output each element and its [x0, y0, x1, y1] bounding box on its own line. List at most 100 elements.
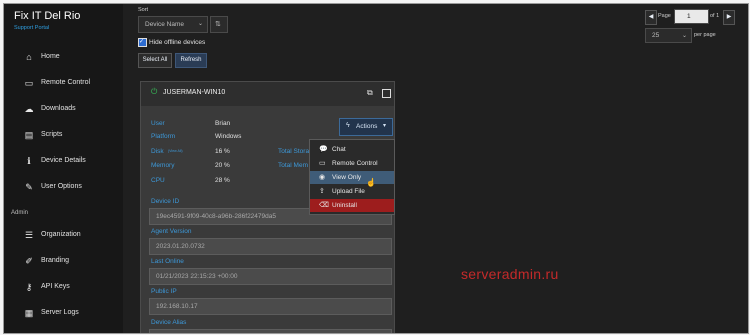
device-alias-field[interactable]: [149, 329, 392, 333]
trash-icon: ⌫: [319, 202, 329, 209]
chevron-down-icon: ⌄: [681, 33, 687, 39]
chevron-down-icon: ⌄: [197, 21, 203, 27]
actions-menu: 💬 Chat ▭ Remote Control ◉ View Only ☝ ⇪ …: [309, 139, 395, 215]
page-of-label: of 1: [710, 13, 720, 19]
memory-label: Memory: [151, 162, 175, 169]
sidebar: Fix IT Del Rio Support Portal ⌂ Home ▭ R…: [4, 4, 123, 333]
hide-offline-label: Hide offline devices: [149, 39, 206, 46]
public-ip-field[interactable]: 192.168.10.17: [149, 298, 392, 315]
platform-value: Windows: [215, 133, 242, 140]
brand-subtitle: Support Portal: [14, 25, 50, 31]
sort-select-value: Device Name: [145, 21, 185, 28]
user-label: User: [151, 120, 165, 127]
select-all-button[interactable]: Select All: [138, 53, 172, 68]
page-input[interactable]: 1: [674, 9, 709, 24]
per-page-label: per page: [694, 32, 716, 38]
refresh-button[interactable]: Refresh: [175, 53, 207, 68]
memory-value: 20 %: [215, 162, 230, 169]
sidebar-item-scripts[interactable]: ▤ Scripts: [4, 126, 123, 144]
sidebar-item-label: Device Details: [41, 157, 86, 164]
sidebar-item-label: API Keys: [41, 283, 70, 290]
chevron-left-icon: ◀: [648, 14, 654, 20]
prev-page-button[interactable]: ◀: [645, 10, 657, 25]
sidebar-item-downloads[interactable]: ☁ Downloads: [4, 100, 123, 118]
hide-offline-checkbox[interactable]: ✓: [138, 38, 147, 47]
sidebar-item-label: Remote Control: [41, 79, 91, 86]
menu-item-label: View Only: [332, 174, 362, 181]
sidebar-item-server-logs[interactable]: ▦ Server Logs: [4, 304, 123, 322]
per-page-select[interactable]: 25 ⌄: [645, 28, 692, 43]
sidebar-item-home[interactable]: ⌂ Home: [4, 48, 123, 66]
brand-title[interactable]: Fix IT Del Rio: [14, 10, 80, 22]
brush-icon: ✐: [25, 256, 33, 266]
disk-value: 16 %: [215, 148, 230, 155]
menu-item-chat[interactable]: 💬 Chat: [310, 143, 394, 156]
last-online-label: Last Online: [151, 258, 184, 265]
actions-button[interactable]: ϟ Actions ▾: [339, 118, 393, 136]
device-select-checkbox[interactable]: [382, 89, 391, 98]
sidebar-item-remote-control[interactable]: ▭ Remote Control: [4, 74, 123, 92]
chevron-right-icon: ▶: [726, 14, 732, 20]
sidebar-item-user-options[interactable]: ✎ User Options: [4, 178, 123, 196]
public-ip-value: 192.168.10.17: [156, 303, 198, 310]
external-link-icon[interactable]: ⧉: [367, 88, 373, 98]
power-icon: ⏻: [151, 87, 158, 96]
chat-icon: 💬: [319, 146, 328, 153]
file-icon: ▦: [24, 308, 34, 318]
watermark: serveradmin.ru: [461, 266, 559, 282]
sort-direction-button[interactable]: ⇅: [210, 16, 228, 33]
sidebar-item-branding[interactable]: ✐ Branding: [4, 252, 123, 270]
menu-item-label: Upload File: [332, 188, 365, 195]
menu-item-label: Chat: [332, 146, 346, 153]
last-online-field[interactable]: 01/21/2023 22:15:23 +00:00: [149, 268, 392, 285]
agent-version-label: Agent Version: [151, 228, 192, 235]
total-memory-label: Total Mem: [278, 162, 308, 169]
check-icon: ✓: [139, 39, 145, 45]
cpu-label: CPU: [151, 177, 165, 184]
menu-item-label: Remote Control: [332, 160, 378, 167]
menu-item-view-only[interactable]: ◉ View Only ☝: [310, 171, 394, 187]
platform-label: Platform: [151, 133, 176, 140]
sidebar-item-label: Downloads: [41, 105, 76, 112]
sort-direction-icon: ⇅: [215, 21, 221, 28]
sidebar-item-label: Home: [41, 53, 60, 60]
agent-version-value: 2023.01.20.0732: [156, 243, 205, 250]
bolt-icon: ϟ: [346, 122, 350, 129]
page-label: Page: [658, 13, 671, 19]
disk-view-all-link[interactable]: (View All): [168, 149, 183, 153]
eye-icon: ◉: [319, 174, 326, 181]
monitor-icon: ▭: [319, 160, 326, 167]
sidebar-item-organization[interactable]: ☰ Organization: [4, 226, 123, 244]
monitor-icon: ▭: [24, 78, 34, 88]
sidebar-item-label: Organization: [41, 231, 81, 238]
menu-item-remote-control[interactable]: ▭ Remote Control: [310, 157, 394, 170]
sidebar-item-label: User Options: [41, 183, 82, 190]
sidebar-item-label: Branding: [41, 257, 70, 264]
upload-icon: ⇪: [319, 188, 325, 195]
sort-select[interactable]: Device Name ⌄: [138, 16, 208, 33]
menu-item-upload-file[interactable]: ⇪ Upload File: [310, 185, 394, 198]
organization-icon: ☰: [24, 230, 34, 240]
agent-version-field[interactable]: 2023.01.20.0732: [149, 238, 392, 255]
disk-label: Disk: [151, 148, 164, 155]
cloud-download-icon: ☁: [24, 104, 34, 114]
sidebar-item-api-keys[interactable]: ⚷ API Keys: [4, 278, 123, 296]
sidebar-item-label: Scripts: [41, 131, 63, 138]
total-storage-label: Total Stora: [278, 148, 310, 155]
last-online-value: 01/21/2023 22:15:23 +00:00: [156, 273, 238, 280]
menu-item-uninstall[interactable]: ⌫ Uninstall: [310, 199, 394, 212]
main-content: Sort Device Name ⌄ ⇅ ✓ Hide offline devi…: [124, 4, 748, 333]
menu-item-label: Uninstall: [332, 202, 357, 209]
sort-label: Sort: [138, 7, 149, 13]
next-page-button[interactable]: ▶: [723, 10, 735, 25]
device-name: JUSERMAN-WIN10: [163, 89, 226, 96]
cpu-value: 28 %: [215, 177, 230, 184]
sidebar-item-device-details[interactable]: ℹ Device Details: [4, 152, 123, 170]
caret-down-icon: ▾: [383, 123, 387, 129]
page-input-value: 1: [687, 13, 691, 20]
per-page-value: 25: [652, 32, 660, 39]
device-card-header: ⏻ JUSERMAN-WIN10 ⧉: [141, 82, 394, 106]
app-window: Fix IT Del Rio Support Portal ⌂ Home ▭ R…: [3, 3, 749, 334]
info-icon: ℹ: [27, 156, 31, 166]
pencil-icon: ✎: [25, 182, 33, 192]
